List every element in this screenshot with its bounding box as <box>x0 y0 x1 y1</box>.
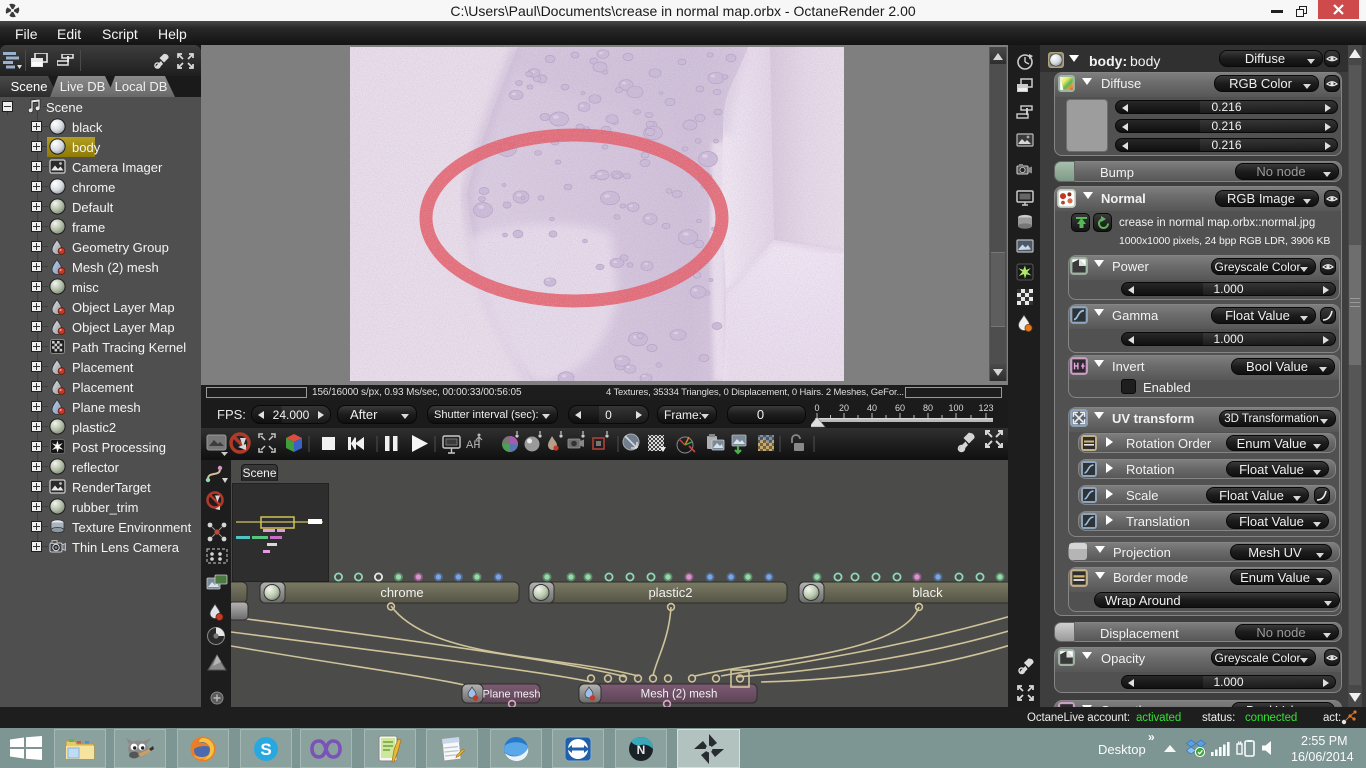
svg-text:N: N <box>637 743 646 757</box>
svg-text:S: S <box>260 740 271 759</box>
svg-text:40: 40 <box>867 403 877 413</box>
svg-text:0: 0 <box>814 403 819 413</box>
svg-text:Mesh (2) mesh: Mesh (2) mesh <box>641 689 718 701</box>
svg-text:20: 20 <box>839 403 849 413</box>
svg-text:123: 123 <box>978 403 993 413</box>
svg-text:Plane mesh: Plane mesh <box>482 689 540 701</box>
svg-text:AF: AF <box>466 439 480 451</box>
svg-text:60: 60 <box>895 403 905 413</box>
svg-text:100: 100 <box>948 403 963 413</box>
svg-text:chrome: chrome <box>380 585 423 600</box>
svg-text:80: 80 <box>923 403 933 413</box>
svg-text:plastic2: plastic2 <box>648 585 692 600</box>
svg-text:black: black <box>912 585 943 600</box>
